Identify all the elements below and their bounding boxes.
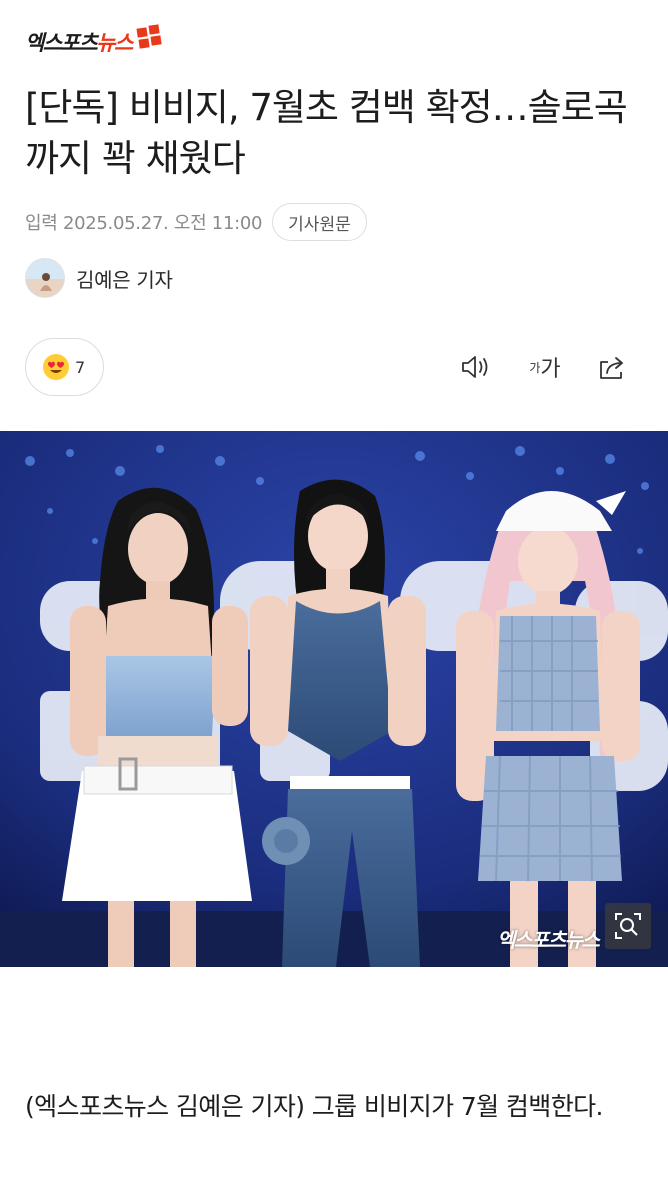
zoom-icon (615, 913, 641, 939)
article-headline: [단독] 비비지, 7월초 컴백 확정…솔로곡까지 꽉 채웠다 (25, 86, 628, 180)
share-button[interactable] (594, 350, 630, 384)
zoom-button[interactable] (605, 903, 651, 949)
site-logo[interactable]: 엑스포츠뉴스 (25, 24, 164, 60)
avatar-image (26, 259, 64, 297)
group-photo-illustration (0, 431, 668, 967)
article-body: (엑스포츠뉴스 김예은 기자) 그룹 비비지가 7월 컴백한다. (25, 1092, 603, 1121)
reaction-count: 7 (75, 357, 86, 377)
audio-button[interactable] (458, 350, 494, 384)
font-size-small-label: 가 (529, 360, 541, 375)
article-meta: 입력 2025.05.27. 오전 11:00 기사원문 (25, 203, 367, 241)
author[interactable]: 김예은 기자 (25, 258, 173, 298)
photo-watermark: 엑스포츠뉴스 (497, 928, 600, 952)
font-size-big-label: 가 (540, 357, 561, 382)
logo-text: 엑스포츠뉴스 (25, 31, 133, 55)
publish-date: 입력 2025.05.27. 오전 11:00 (25, 213, 263, 234)
speaker-icon (462, 356, 488, 378)
article-photo[interactable]: 엑스포츠뉴스 (0, 431, 668, 967)
logo-mark-icon (136, 24, 162, 49)
original-article-button[interactable]: 기사원문 (272, 203, 367, 241)
font-size-button[interactable]: 가가 (524, 350, 566, 384)
heart-eyes-emoji-icon (43, 354, 69, 380)
share-icon (600, 357, 623, 379)
avatar (25, 258, 65, 298)
reaction-button[interactable]: 7 (25, 338, 104, 396)
author-name: 김예은 기자 (76, 267, 173, 292)
